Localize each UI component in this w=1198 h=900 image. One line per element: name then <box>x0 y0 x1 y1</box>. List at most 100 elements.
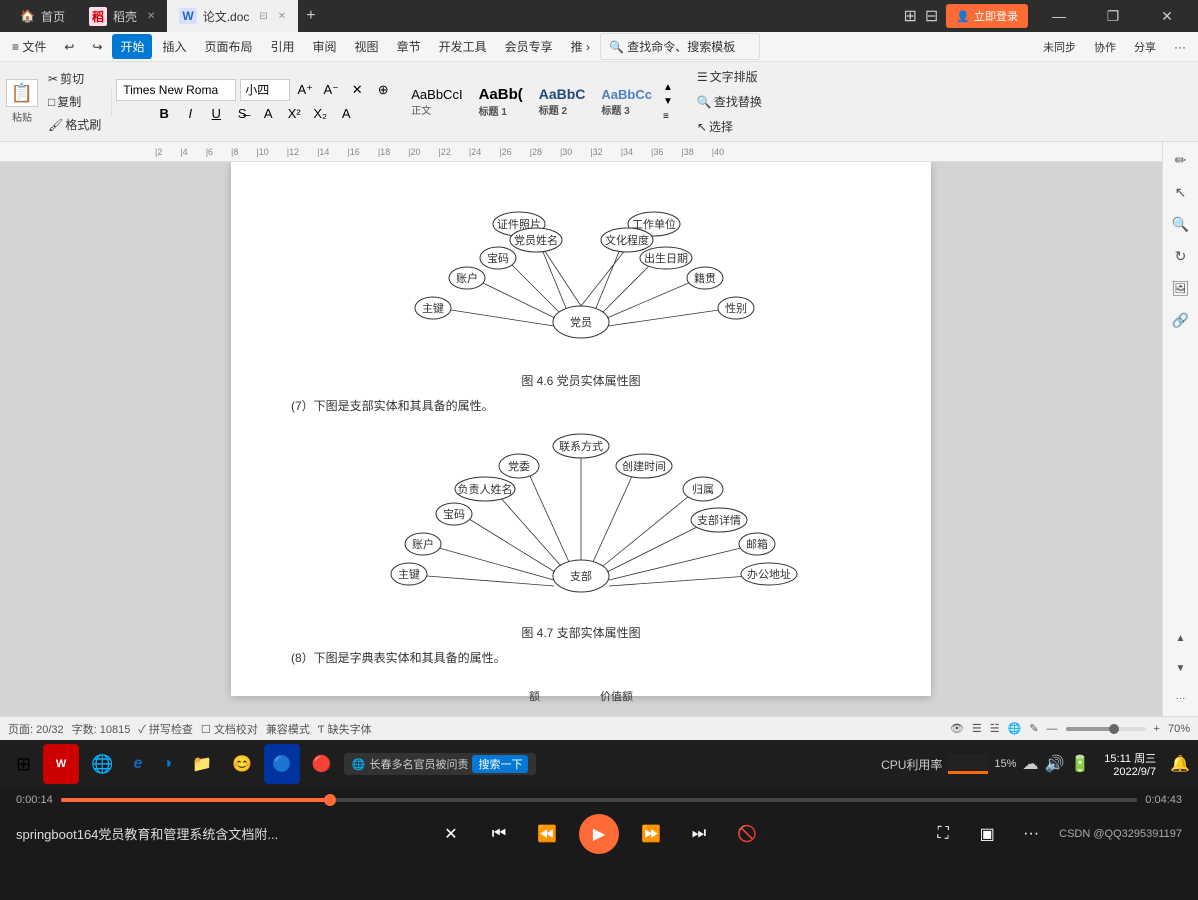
restore-button[interactable]: ❐ <box>1090 0 1136 32</box>
play-button[interactable]: ▶ <box>579 814 619 854</box>
apps-icon[interactable]: ⊟ <box>925 6 938 26</box>
login-button[interactable]: 👤 立即登录 <box>946 4 1028 28</box>
zoom-slider[interactable] <box>1066 727 1146 731</box>
cursor-icon[interactable]: ↖ <box>1167 178 1195 206</box>
progress-track[interactable] <box>61 798 1138 802</box>
format-paint-button[interactable]: 🖌 格式刷 <box>44 114 105 135</box>
ie-icon[interactable]: e <box>126 744 151 784</box>
clear-format-button[interactable]: ✕ <box>346 79 368 101</box>
video-progress-container[interactable]: 0:00:14 0:04:43 <box>0 788 1198 812</box>
emoji-app-icon[interactable]: 😊 <box>224 744 260 784</box>
menu-push[interactable]: 推 › <box>563 34 598 59</box>
style-h2[interactable]: AaBbC 标题 2 <box>532 80 593 124</box>
tab-home[interactable]: 🏠 首页 <box>8 0 77 32</box>
zoom-level[interactable]: 70% <box>1168 723 1190 735</box>
refresh-icon[interactable]: ↻ <box>1167 242 1195 270</box>
notifications-icon[interactable]: 🔔 <box>1170 754 1190 774</box>
styles-scroll-down[interactable]: ▼ <box>663 96 673 107</box>
font-name-selector[interactable]: Times New Roma <box>116 79 236 101</box>
scroll-up-sidebar[interactable]: ▲ <box>1167 624 1195 652</box>
bold-button[interactable]: B <box>153 103 175 125</box>
redo-button[interactable]: ↪ <box>84 36 110 58</box>
select-button[interactable]: ↖ 选择 <box>693 116 766 137</box>
add-tab-button[interactable]: + <box>298 7 323 25</box>
view-icon[interactable]: 👁 <box>950 722 964 735</box>
paste-button[interactable]: 📋 <box>6 79 38 107</box>
minimize-button[interactable]: — <box>1036 0 1082 32</box>
text-layout-button[interactable]: ☰ 文字排版 <box>693 66 766 87</box>
strikethrough-button[interactable]: S̶ <box>231 103 253 125</box>
find-replace-button[interactable]: 🔍 查找替换 <box>693 91 766 112</box>
doc-compare[interactable]: ☐ 文档校对 <box>201 721 258 737</box>
zoom-minus[interactable]: — <box>1047 723 1058 735</box>
pencil-edit-icon[interactable]: ✏ <box>1167 146 1195 174</box>
more-button[interactable]: ··· <box>1166 36 1194 58</box>
progress-thumb[interactable] <box>324 794 336 806</box>
menu-member[interactable]: 会员专享 <box>497 34 561 59</box>
font-color-button[interactable]: A <box>257 103 279 125</box>
menu-dev[interactable]: 开发工具 <box>431 34 495 59</box>
no-video-button[interactable]: 🚫 <box>731 818 763 850</box>
system-clock[interactable]: 15:11 周三 2022/9/7 <box>1096 750 1164 778</box>
menu-layout[interactable]: 页面布局 <box>197 34 261 59</box>
no-kill-button[interactable]: ✕ <box>435 818 467 850</box>
document-scroll[interactable]: 党员 证件照片 工作单位 党员姓名 <box>0 142 1162 716</box>
speaker-icon[interactable]: 🔊 <box>1044 754 1064 774</box>
network-icon[interactable]: ☁ <box>1022 754 1038 774</box>
grid-view-icon[interactable]: ⊞ <box>903 6 916 26</box>
scroll-down-sidebar[interactable]: ▼ <box>1167 654 1195 682</box>
tab-doc-restore[interactable]: ⊟ <box>259 11 267 22</box>
underline-button[interactable]: U <box>205 103 227 125</box>
outline-view-icon[interactable]: ☱ <box>990 722 1000 735</box>
zoom-in-icon[interactable]: 🔍 <box>1167 210 1195 238</box>
back10-button[interactable]: ⏪ <box>531 818 563 850</box>
menu-insert[interactable]: 插入 <box>154 34 194 59</box>
edge-icon[interactable]: ◑ <box>154 744 180 784</box>
tab-daoke-close[interactable]: ✕ <box>147 11 155 22</box>
next-button[interactable]: ⏭ <box>683 818 715 850</box>
subscript-button[interactable]: X₂ <box>309 103 331 125</box>
decrease-font-button[interactable]: A⁻ <box>320 79 342 101</box>
layout-view-icon[interactable]: ☰ <box>972 722 982 735</box>
font-size-selector[interactable]: 小四 <box>240 79 290 101</box>
undo-button[interactable]: ↩ <box>56 36 82 58</box>
video-more-button[interactable]: ··· <box>1015 818 1047 850</box>
menu-view[interactable]: 视图 <box>347 34 387 59</box>
link-icon[interactable]: 🔗 <box>1167 306 1195 334</box>
prev-button[interactable]: ⏮ <box>483 818 515 850</box>
styles-expand[interactable]: ≡ <box>663 111 673 122</box>
increase-font-button[interactable]: A⁺ <box>294 79 316 101</box>
copy-button[interactable]: □ 复制 <box>44 91 105 112</box>
zoom-plus[interactable]: + <box>1154 723 1160 735</box>
pip-button[interactable]: ▣ <box>971 818 1003 850</box>
sync-button[interactable]: 未同步 <box>1035 35 1084 59</box>
battery-icon[interactable]: 🔋 <box>1070 754 1090 774</box>
menu-ref[interactable]: 引用 <box>263 34 303 59</box>
search-commands[interactable]: 🔍 查找命令、搜索模板 <box>600 33 760 60</box>
menu-file[interactable]: ≡ 文件 <box>4 34 54 59</box>
image-icon[interactable]: 🖼 <box>1167 274 1195 302</box>
fullscreen-button[interactable]: ⛶ <box>927 818 959 850</box>
highlight-button[interactable]: A <box>335 103 357 125</box>
cut-button[interactable]: ✂ 剪切 <box>44 68 105 89</box>
start-button[interactable]: ⊞ <box>8 744 39 784</box>
menu-review[interactable]: 审阅 <box>305 34 345 59</box>
share-button[interactable]: 分享 <box>1126 35 1164 59</box>
browser-icon[interactable]: 🌐 <box>83 744 121 784</box>
tab-daoke[interactable]: 稻 稻壳 ✕ <box>77 0 167 32</box>
menu-chapter[interactable]: 章节 <box>389 34 429 59</box>
tab-doc-close[interactable]: ✕ <box>278 11 286 22</box>
style-h1[interactable]: AaBb( 标题 1 <box>472 80 530 124</box>
superscript-button[interactable]: X² <box>283 103 305 125</box>
format-more-button[interactable]: ⊕ <box>372 79 394 101</box>
spell-check[interactable]: ✓ 拼写检查 <box>138 721 193 737</box>
italic-button[interactable]: I <box>179 103 201 125</box>
style-normal[interactable]: AaBbCcI 正文 <box>404 80 469 124</box>
wps-icon[interactable]: W <box>43 744 79 784</box>
style-h3[interactable]: AaBbCc 标题 3 <box>594 80 659 124</box>
blue-app-icon[interactable]: 🔵 <box>264 744 300 784</box>
web-view-icon[interactable]: 🌐 <box>1008 722 1022 735</box>
missing-font[interactable]: Ƭ 缺失字体 <box>318 721 372 737</box>
more-sidebar[interactable]: ··· <box>1167 684 1195 712</box>
folder-icon[interactable]: 📁 <box>184 744 220 784</box>
